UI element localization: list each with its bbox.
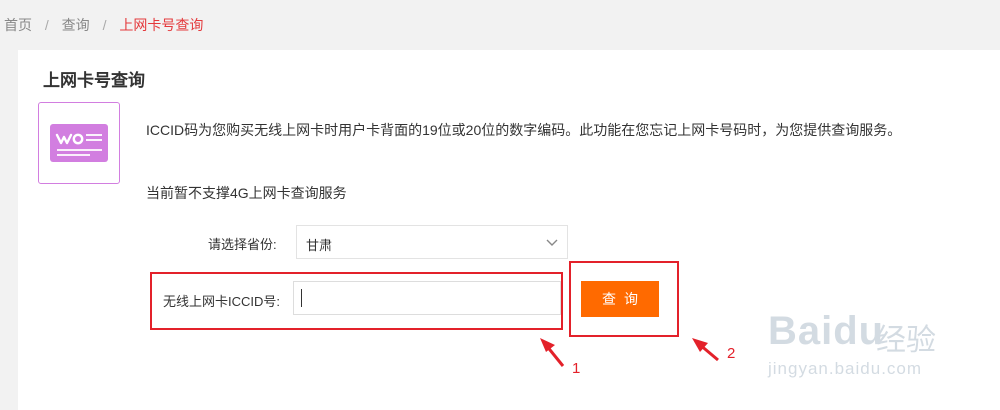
watermark-cn: 经验 <box>876 324 936 357</box>
watermark-logo: Baidu <box>768 309 885 353</box>
annotation-number-2: 2 <box>727 345 736 362</box>
watermark-url: jingyan.baidu.com <box>768 359 923 378</box>
annotation-number-1: 1 <box>572 360 581 377</box>
baidu-watermark: Baidu 经验 jingyan.baidu.com <box>758 295 958 395</box>
